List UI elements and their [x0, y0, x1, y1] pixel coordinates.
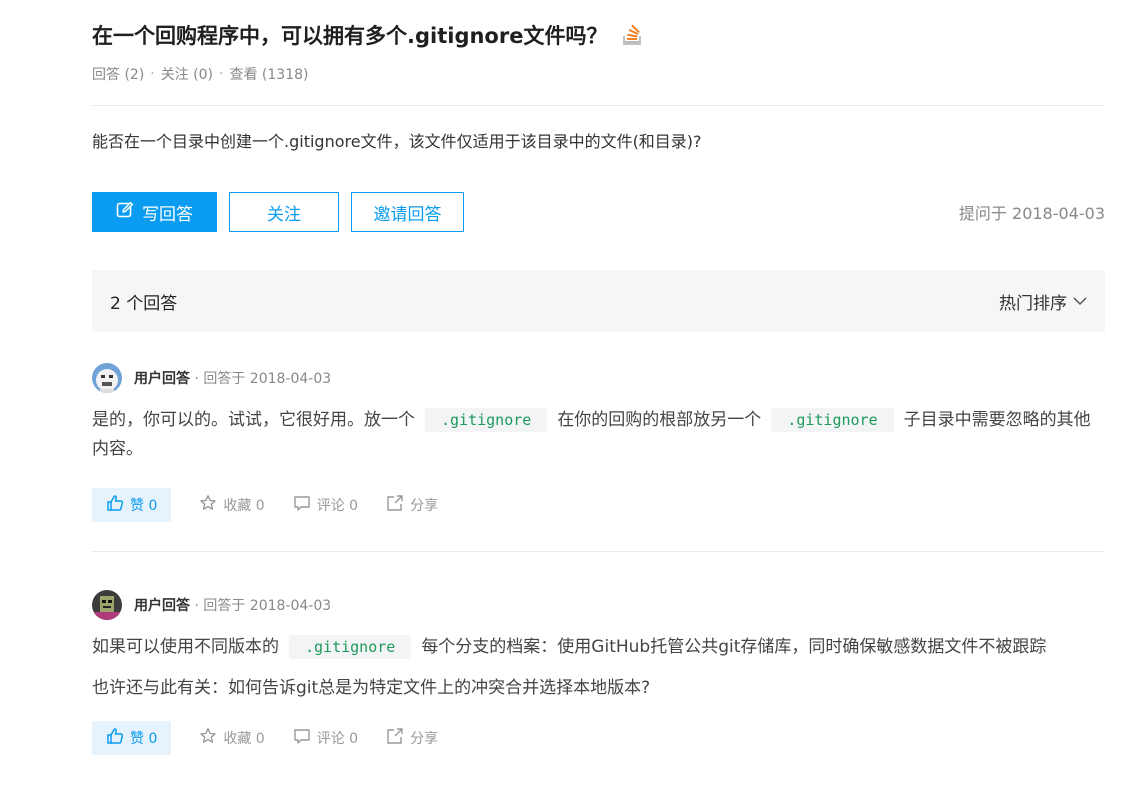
share-label: 分享: [410, 731, 439, 747]
like-label: 赞 0: [130, 498, 158, 514]
avatar[interactable]: [92, 363, 122, 393]
answers-count-link[interactable]: 回答 (2): [92, 64, 144, 84]
meta-separator: ·: [219, 66, 224, 82]
write-answer-button[interactable]: 写回答: [92, 192, 217, 232]
comment-button[interactable]: 评论 0: [293, 494, 358, 516]
question-meta: 回答 (2) · 关注 (0) · 查看 (1318): [92, 64, 308, 84]
chevron-down-icon: [1073, 291, 1087, 311]
share-icon: [386, 727, 404, 749]
author-name[interactable]: 用户回答: [134, 598, 190, 614]
thumbs-up-icon: [106, 727, 124, 749]
answer-line: 也许还与此有关：如何告诉git总是为特定文件上的冲突合并选择本地版本?: [92, 674, 1105, 703]
answers-count: 2 个回答: [110, 293, 178, 314]
inline-code: .gitignore: [425, 408, 548, 432]
sort-dropdown[interactable]: 热门排序: [999, 289, 1087, 314]
answer-item: 用户回答 · 回答于 2018-04-03 如果可以使用不同版本的 .gitign…: [92, 589, 1105, 755]
answer-item: 用户回答 · 回答于 2018-04-03 是的，你可以的。试试，它很好用。放一…: [92, 362, 1105, 522]
sort-label: 热门排序: [999, 293, 1067, 314]
answer-actions: 赞 0 收藏 0 评论 0 分享: [92, 488, 1105, 522]
answer-line: 如果可以使用不同版本的 .gitignore 每个分支的档案：使用GitHub托管公…: [92, 633, 1105, 662]
like-button[interactable]: 赞 0: [92, 488, 172, 522]
answer-content: 是的，你可以的。试试，它很好用。放一个 .gitignore 在你的回购的根部放另一…: [92, 406, 1105, 464]
answer-author-row: 用户回答 · 回答于 2018-04-03: [92, 589, 1105, 621]
title-divider: [92, 105, 1105, 106]
title-row: 在一个回购程序中，可以拥有多个.gitignore文件吗？: [92, 18, 643, 52]
edit-icon: [116, 201, 134, 224]
answer-text-segment: 也许还与此有关：如何告诉git总是为特定文件上的冲突合并选择本地版本?: [92, 678, 651, 698]
question-title[interactable]: 在一个回购程序中，可以拥有多个.gitignore文件吗？: [92, 20, 607, 50]
asked-date: 提问于 2018-04-03: [958, 204, 1105, 223]
comment-label: 评论 0: [316, 498, 359, 514]
comment-label: 评论 0: [316, 731, 359, 747]
favorite-button[interactable]: 收藏 0: [199, 494, 265, 516]
follow-button[interactable]: 关注: [229, 192, 339, 232]
answer-text-segment: 每个分支的档案：使用GitHub托管公共git存储库，同时确保敏感数据文件不被跟…: [421, 637, 1047, 657]
answer-date: · 回答于 2018-04-03: [190, 598, 332, 614]
answer-divider: [92, 551, 1105, 552]
like-label: 赞 0: [130, 731, 158, 747]
answer-content: 如果可以使用不同版本的 .gitignore 每个分支的档案：使用GitHub托管公…: [92, 633, 1105, 703]
answer-text-segment: 在你的回购的根部放另一个: [557, 410, 762, 430]
like-button[interactable]: 赞 0: [92, 721, 172, 755]
stackoverflow-icon[interactable]: [621, 24, 643, 46]
views-count: 查看 (1318): [229, 67, 309, 83]
star-icon: [199, 727, 217, 749]
meta-separator: ·: [150, 66, 155, 82]
share-button[interactable]: 分享: [386, 494, 438, 516]
share-button[interactable]: 分享: [386, 727, 438, 749]
answer-author-row: 用户回答 · 回答于 2018-04-03: [92, 362, 1105, 394]
question-body: 能否在一个目录中创建一个.gitignore文件，该文件仅适用于该目录中的文件(…: [92, 132, 702, 151]
favorite-label: 收藏 0: [223, 498, 265, 514]
write-answer-label: 写回答: [142, 204, 193, 225]
star-icon: [199, 494, 217, 516]
share-label: 分享: [410, 498, 439, 514]
answer-date: · 回答于 2018-04-03: [190, 371, 332, 387]
inline-code: .gitignore: [771, 408, 894, 432]
answer-actions: 赞 0 收藏 0 评论 0 分享: [92, 721, 1105, 755]
comment-icon: [293, 727, 311, 749]
answer-meta: 用户回答 · 回答于 2018-04-03: [134, 368, 331, 388]
author-name[interactable]: 用户回答: [134, 371, 190, 387]
answers-header: 2 个回答 热门排序: [92, 270, 1105, 332]
inline-code: .gitignore: [289, 635, 412, 659]
avatar[interactable]: [92, 590, 122, 620]
comment-icon: [293, 494, 311, 516]
invite-answer-button[interactable]: 邀请回答: [351, 192, 464, 232]
favorite-label: 收藏 0: [223, 731, 265, 747]
comment-button[interactable]: 评论 0: [293, 727, 358, 749]
favorite-button[interactable]: 收藏 0: [199, 727, 265, 749]
share-icon: [386, 494, 404, 516]
answer-text-segment: 是的，你可以的。试试，它很好用。放一个: [92, 410, 415, 430]
follows-count-link[interactable]: 关注 (0): [161, 64, 213, 84]
answer-meta: 用户回答 · 回答于 2018-04-03: [134, 595, 331, 615]
thumbs-up-icon: [106, 494, 124, 516]
answer-text-segment: 如果可以使用不同版本的: [92, 637, 279, 657]
question-actions: 写回答 关注 邀请回答: [92, 192, 464, 232]
